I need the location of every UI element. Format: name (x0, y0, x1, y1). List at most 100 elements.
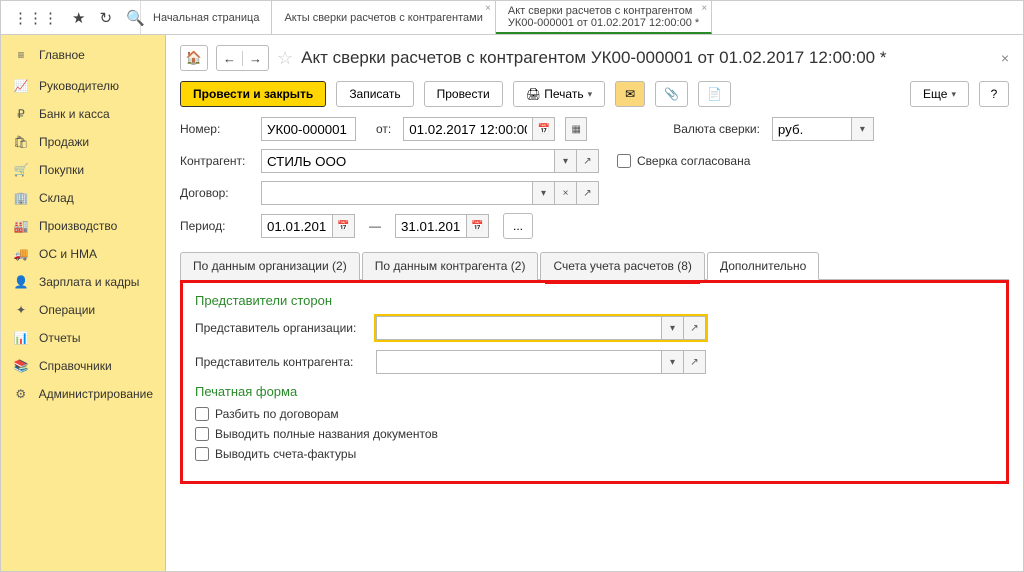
rep-org-label: Представитель организации: (195, 321, 370, 335)
sidebar-item-bank[interactable]: ₽Банк и касса (1, 100, 165, 128)
sidebar-item-manager[interactable]: 📈Руководителю (1, 72, 165, 100)
dropdown-icon[interactable]: ▾ (852, 117, 874, 141)
system-toolbar: ⋮⋮⋮ ★ ↻ 🔍 (1, 1, 141, 34)
gear-icon: ⚙ (13, 387, 29, 401)
bag-icon: 🛍 (13, 135, 29, 149)
rep-ctr-input[interactable] (376, 350, 662, 374)
print-title: Печатная форма (195, 384, 994, 399)
extra-date-button[interactable]: ▦ (565, 117, 587, 141)
tab-additional[interactable]: Дополнительно (707, 252, 819, 280)
dropdown-icon[interactable]: ▾ (662, 316, 684, 340)
open-icon[interactable]: ↗ (684, 350, 706, 374)
detail-tabs: По данным организации (2) По данным конт… (180, 251, 1009, 280)
period-to-input[interactable] (395, 214, 467, 238)
sidebar-label: Производство (39, 219, 117, 233)
sidebar-item-refs[interactable]: 📚Справочники (1, 352, 165, 380)
sidebar-label: Зарплата и кадры (39, 275, 139, 289)
currency-input[interactable] (772, 117, 852, 141)
close-icon[interactable]: × (485, 3, 491, 14)
apps-icon[interactable]: ⋮⋮⋮ (13, 9, 58, 27)
period-dash: — (369, 219, 381, 233)
party-input[interactable] (261, 149, 555, 173)
report-button[interactable]: 📄 (698, 81, 731, 107)
tab-home[interactable]: Начальная страница (141, 1, 272, 34)
print-button[interactable]: 🖨 Печать (513, 81, 605, 107)
sidebar-item-sales[interactable]: 🛍 Продажи (1, 128, 165, 156)
full-doc-names-checkbox[interactable]: Выводить полные названия документов (195, 427, 994, 441)
rep-org-input[interactable] (376, 316, 662, 340)
sidebar-item-ops[interactable]: ✦ Операции (1, 296, 165, 324)
help-button[interactable]: ? (979, 81, 1009, 107)
star-icon[interactable]: ★ (72, 9, 85, 27)
post-button[interactable]: Провести (424, 81, 503, 107)
back-icon[interactable]: ← (217, 51, 243, 66)
sidebar-label: Продажи (39, 135, 89, 149)
bars-icon: 📊 (13, 331, 29, 345)
home-button[interactable]: 🏠 (180, 45, 208, 71)
sidebar-label: Главное (39, 48, 85, 62)
close-icon[interactable]: × (1001, 50, 1009, 66)
sidebar-label: Склад (39, 191, 74, 205)
period-from-input[interactable] (261, 214, 333, 238)
attach-button[interactable]: 📎 (655, 81, 688, 107)
factory-icon: 🏭 (13, 219, 29, 233)
split-by-contracts-checkbox[interactable]: Разбить по договорам (195, 407, 994, 421)
calendar-icon[interactable]: 📅 (467, 214, 489, 238)
sidebar-item-os[interactable]: 🚚ОС и НМА (1, 240, 165, 268)
ruble-icon: ₽ (13, 107, 29, 121)
number-input[interactable] (261, 117, 356, 141)
command-bar: Провести и закрыть Записать Провести 🖨 П… (180, 81, 1009, 107)
dropdown-icon[interactable]: ▾ (555, 149, 577, 173)
contract-label: Договор: (180, 186, 255, 200)
additional-panel: Представители сторон Представитель орган… (180, 280, 1009, 484)
sidebar-item-admin[interactable]: ⚙Администрирование (1, 380, 165, 408)
sidebar-item-main[interactable]: ≡ Главное (1, 41, 165, 72)
open-icon[interactable]: ↗ (577, 149, 599, 173)
sidebar-label: Операции (39, 303, 95, 317)
contract-input[interactable] (261, 181, 533, 205)
main-content: 🏠 ←→ ☆ Акт сверки расчетов с контрагенто… (166, 35, 1023, 571)
window-tabs: Начальная страница Акты сверки расчетов … (141, 1, 1023, 34)
save-button[interactable]: Записать (336, 81, 413, 107)
forward-icon[interactable]: → (243, 51, 268, 66)
dropdown-icon[interactable]: ▾ (533, 181, 555, 205)
books-icon: 📚 (13, 359, 29, 373)
dropdown-icon[interactable]: ▾ (662, 350, 684, 374)
from-label: от: (376, 122, 391, 136)
history-icon[interactable]: ↻ (99, 9, 112, 27)
printer-icon: 🖨 (526, 87, 541, 101)
tab-org-data[interactable]: По данным организации (2) (180, 252, 360, 280)
sidebar-item-purchases[interactable]: 🛒Покупки (1, 156, 165, 184)
tab-act-doc[interactable]: Акт сверки расчетов с контрагентом УК00-… (496, 1, 712, 34)
sidebar-item-production[interactable]: 🏭 Производство (1, 212, 165, 240)
agreed-checkbox[interactable]: Сверка согласована (617, 154, 750, 168)
top-bar: ⋮⋮⋮ ★ ↻ 🔍 Начальная страница Акты сверки… (1, 1, 1023, 35)
output-invoices-checkbox[interactable]: Выводить счета-фактуры (195, 447, 994, 461)
sidebar-item-warehouse[interactable]: 🏢Склад (1, 184, 165, 212)
favorite-icon[interactable]: ☆ (277, 48, 293, 69)
sidebar-item-payroll[interactable]: 👤Зарплата и кадры (1, 268, 165, 296)
page-title: Акт сверки расчетов с контрагентом УК00-… (301, 48, 993, 68)
ops-icon: ✦ (13, 303, 29, 317)
number-label: Номер: (180, 122, 255, 136)
post-and-close-button[interactable]: Провести и закрыть (180, 81, 326, 107)
clear-icon[interactable]: × (555, 181, 577, 205)
tab-ctr-data[interactable]: По данным контрагента (2) (362, 252, 539, 280)
sidebar-label: Отчеты (39, 331, 80, 345)
sidebar-item-reports[interactable]: 📊 Отчеты (1, 324, 165, 352)
open-icon[interactable]: ↗ (577, 181, 599, 205)
agreed-label: Сверка согласована (637, 154, 750, 168)
date-input[interactable] (403, 117, 533, 141)
calendar-icon[interactable]: 📅 (533, 117, 555, 141)
period-picker-button[interactable]: ... (503, 213, 533, 239)
tab-acts-list[interactable]: Акты сверки расчетов с контрагентами × (272, 1, 495, 34)
close-icon[interactable]: × (701, 3, 707, 14)
email-button[interactable]: ✉ (615, 81, 645, 107)
burger-icon: ≡ (13, 48, 29, 62)
more-button[interactable]: Еще (910, 81, 969, 107)
nav-arrows[interactable]: ←→ (216, 45, 269, 71)
open-icon[interactable]: ↗ (684, 316, 706, 340)
calendar-icon[interactable]: 📅 (333, 214, 355, 238)
reps-title: Представители сторон (195, 293, 994, 308)
tab-accounts[interactable]: Счета учета расчетов (8) (540, 252, 704, 280)
